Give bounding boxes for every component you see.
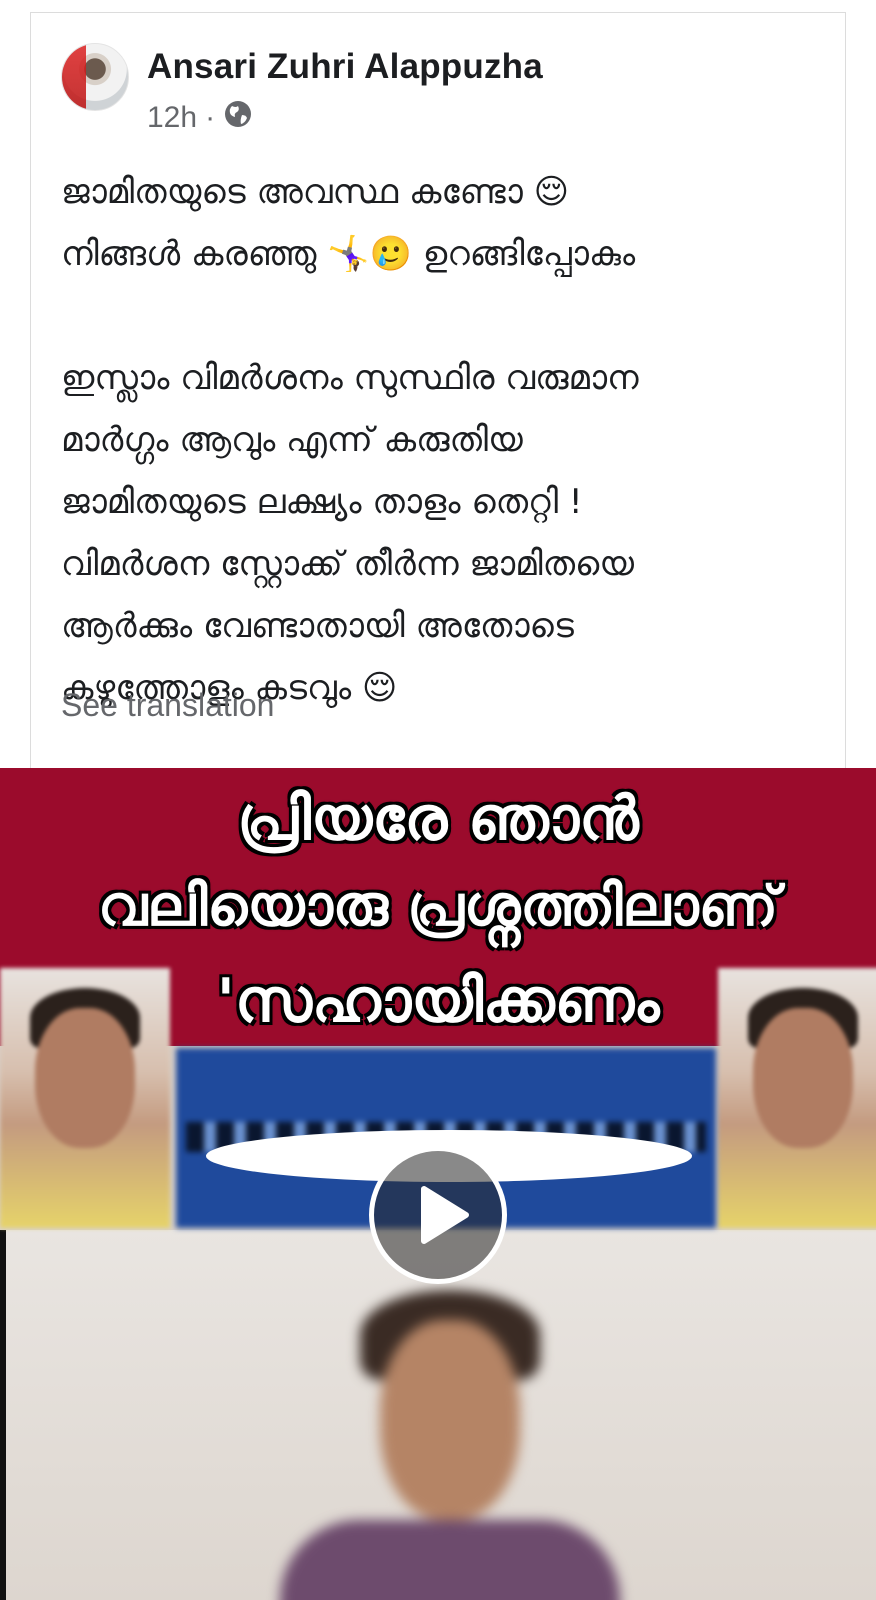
post-line: ജാമിതയുടെ അവസ്ഥ കണ്ടോ 😌 [61, 172, 570, 212]
see-translation-link[interactable]: See translation [61, 687, 274, 724]
author-name[interactable]: Ansari Zuhri Alappuzha [147, 47, 543, 87]
globe-icon [223, 99, 253, 137]
banner-line: 'സഹായിക്കണം [216, 966, 660, 1036]
play-icon [421, 1186, 469, 1244]
banner-line: വലിയൊരു പ്രശ്നത്തിലാണ് [98, 874, 778, 939]
video-frame [0, 1230, 876, 1600]
banner-line: പ്രിയരേ ഞാൻ [237, 784, 639, 854]
post-line: മാർഗ്ഗം ആവും എന്ന് കരുതിയ [61, 420, 523, 460]
avatar[interactable] [61, 43, 129, 111]
post-line: ആർക്കും വേണ്ടാതായി അതോടെ [61, 606, 574, 646]
post-line: ജാമിതയുടെ ലക്ഷ്യം താളം തെറ്റി ! [61, 482, 583, 522]
post-line: നിങ്ങൾ കരഞ്ഞു 🤸‍♀️🥲 ഉറങ്ങിപ്പോകും [61, 234, 636, 274]
post-line: ഇസ്ലാം വിമർശനം സുസ്ഥിര വരുമാന [61, 358, 639, 398]
post-time[interactable]: 12h [147, 101, 197, 135]
post-line: വിമർശന സ്റ്റോക്ക് തീർന്ന ജാമിതയെ [61, 544, 635, 584]
post-card: Ansari Zuhri Alappuzha 12h · ജാമിതയുടെ അ… [30, 12, 846, 768]
blurred-person [280, 1290, 620, 1600]
play-button[interactable] [369, 1146, 507, 1284]
meta-separator: · [205, 101, 216, 134]
post-meta: 12h · [147, 99, 253, 137]
video-thumbnail[interactable]: പ്രിയരേ ഞാൻ വലിയൊരു പ്രശ്നത്തിലാണ് 'സഹായ… [0, 768, 876, 1600]
post-text: ജാമിതയുടെ അവസ്ഥ കണ്ടോ 😌 നിങ്ങൾ കരഞ്ഞു 🤸‍… [61, 161, 821, 719]
